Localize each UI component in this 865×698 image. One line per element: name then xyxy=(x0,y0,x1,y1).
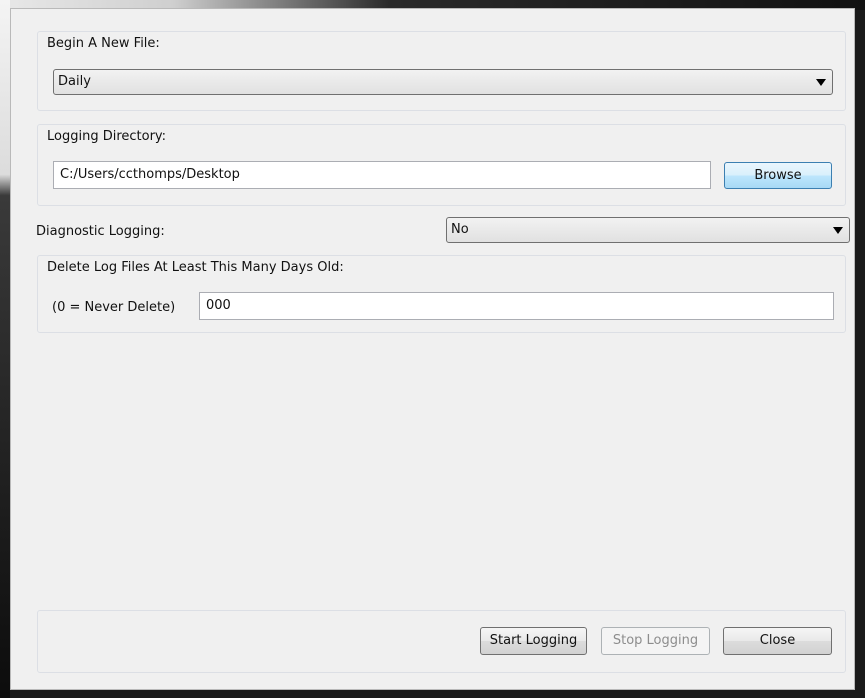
chevron-down-icon xyxy=(833,227,843,234)
window-frame-left xyxy=(0,0,10,698)
logging-directory-input[interactable]: C:/Users/ccthomps/Desktop xyxy=(53,161,711,189)
never-delete-hint: (0 = Never Delete) xyxy=(52,300,176,315)
diagnostic-logging-value: No xyxy=(451,222,469,237)
stop-logging-button[interactable]: Stop Logging xyxy=(601,627,710,655)
new-file-group: Begin A New File: Daily xyxy=(37,31,846,111)
delete-log-files-group: Delete Log Files At Least This Many Days… xyxy=(37,255,846,333)
action-buttons-group: Start Logging Stop Logging Close xyxy=(37,610,846,673)
diagnostic-logging-label: Diagnostic Logging: xyxy=(36,224,165,239)
new-file-title: Begin A New File: xyxy=(47,36,160,51)
browse-button[interactable]: Browse xyxy=(724,162,832,189)
logging-directory-title: Logging Directory: xyxy=(47,129,167,144)
diagnostic-logging-select[interactable]: No xyxy=(446,217,850,243)
start-logging-button[interactable]: Start Logging xyxy=(480,627,587,655)
close-button[interactable]: Close xyxy=(723,627,832,655)
delete-log-files-title: Delete Log Files At Least This Many Days… xyxy=(47,260,344,275)
new-file-frequency-select[interactable]: Daily xyxy=(53,69,833,95)
delete-days-input[interactable]: 000 xyxy=(199,292,834,320)
new-file-frequency-value: Daily xyxy=(58,74,91,89)
chevron-down-icon xyxy=(816,79,826,86)
logging-directory-group: Logging Directory: C:/Users/ccthomps/Des… xyxy=(37,124,846,206)
logging-dialog: Begin A New File: Daily Logging Director… xyxy=(10,8,855,690)
